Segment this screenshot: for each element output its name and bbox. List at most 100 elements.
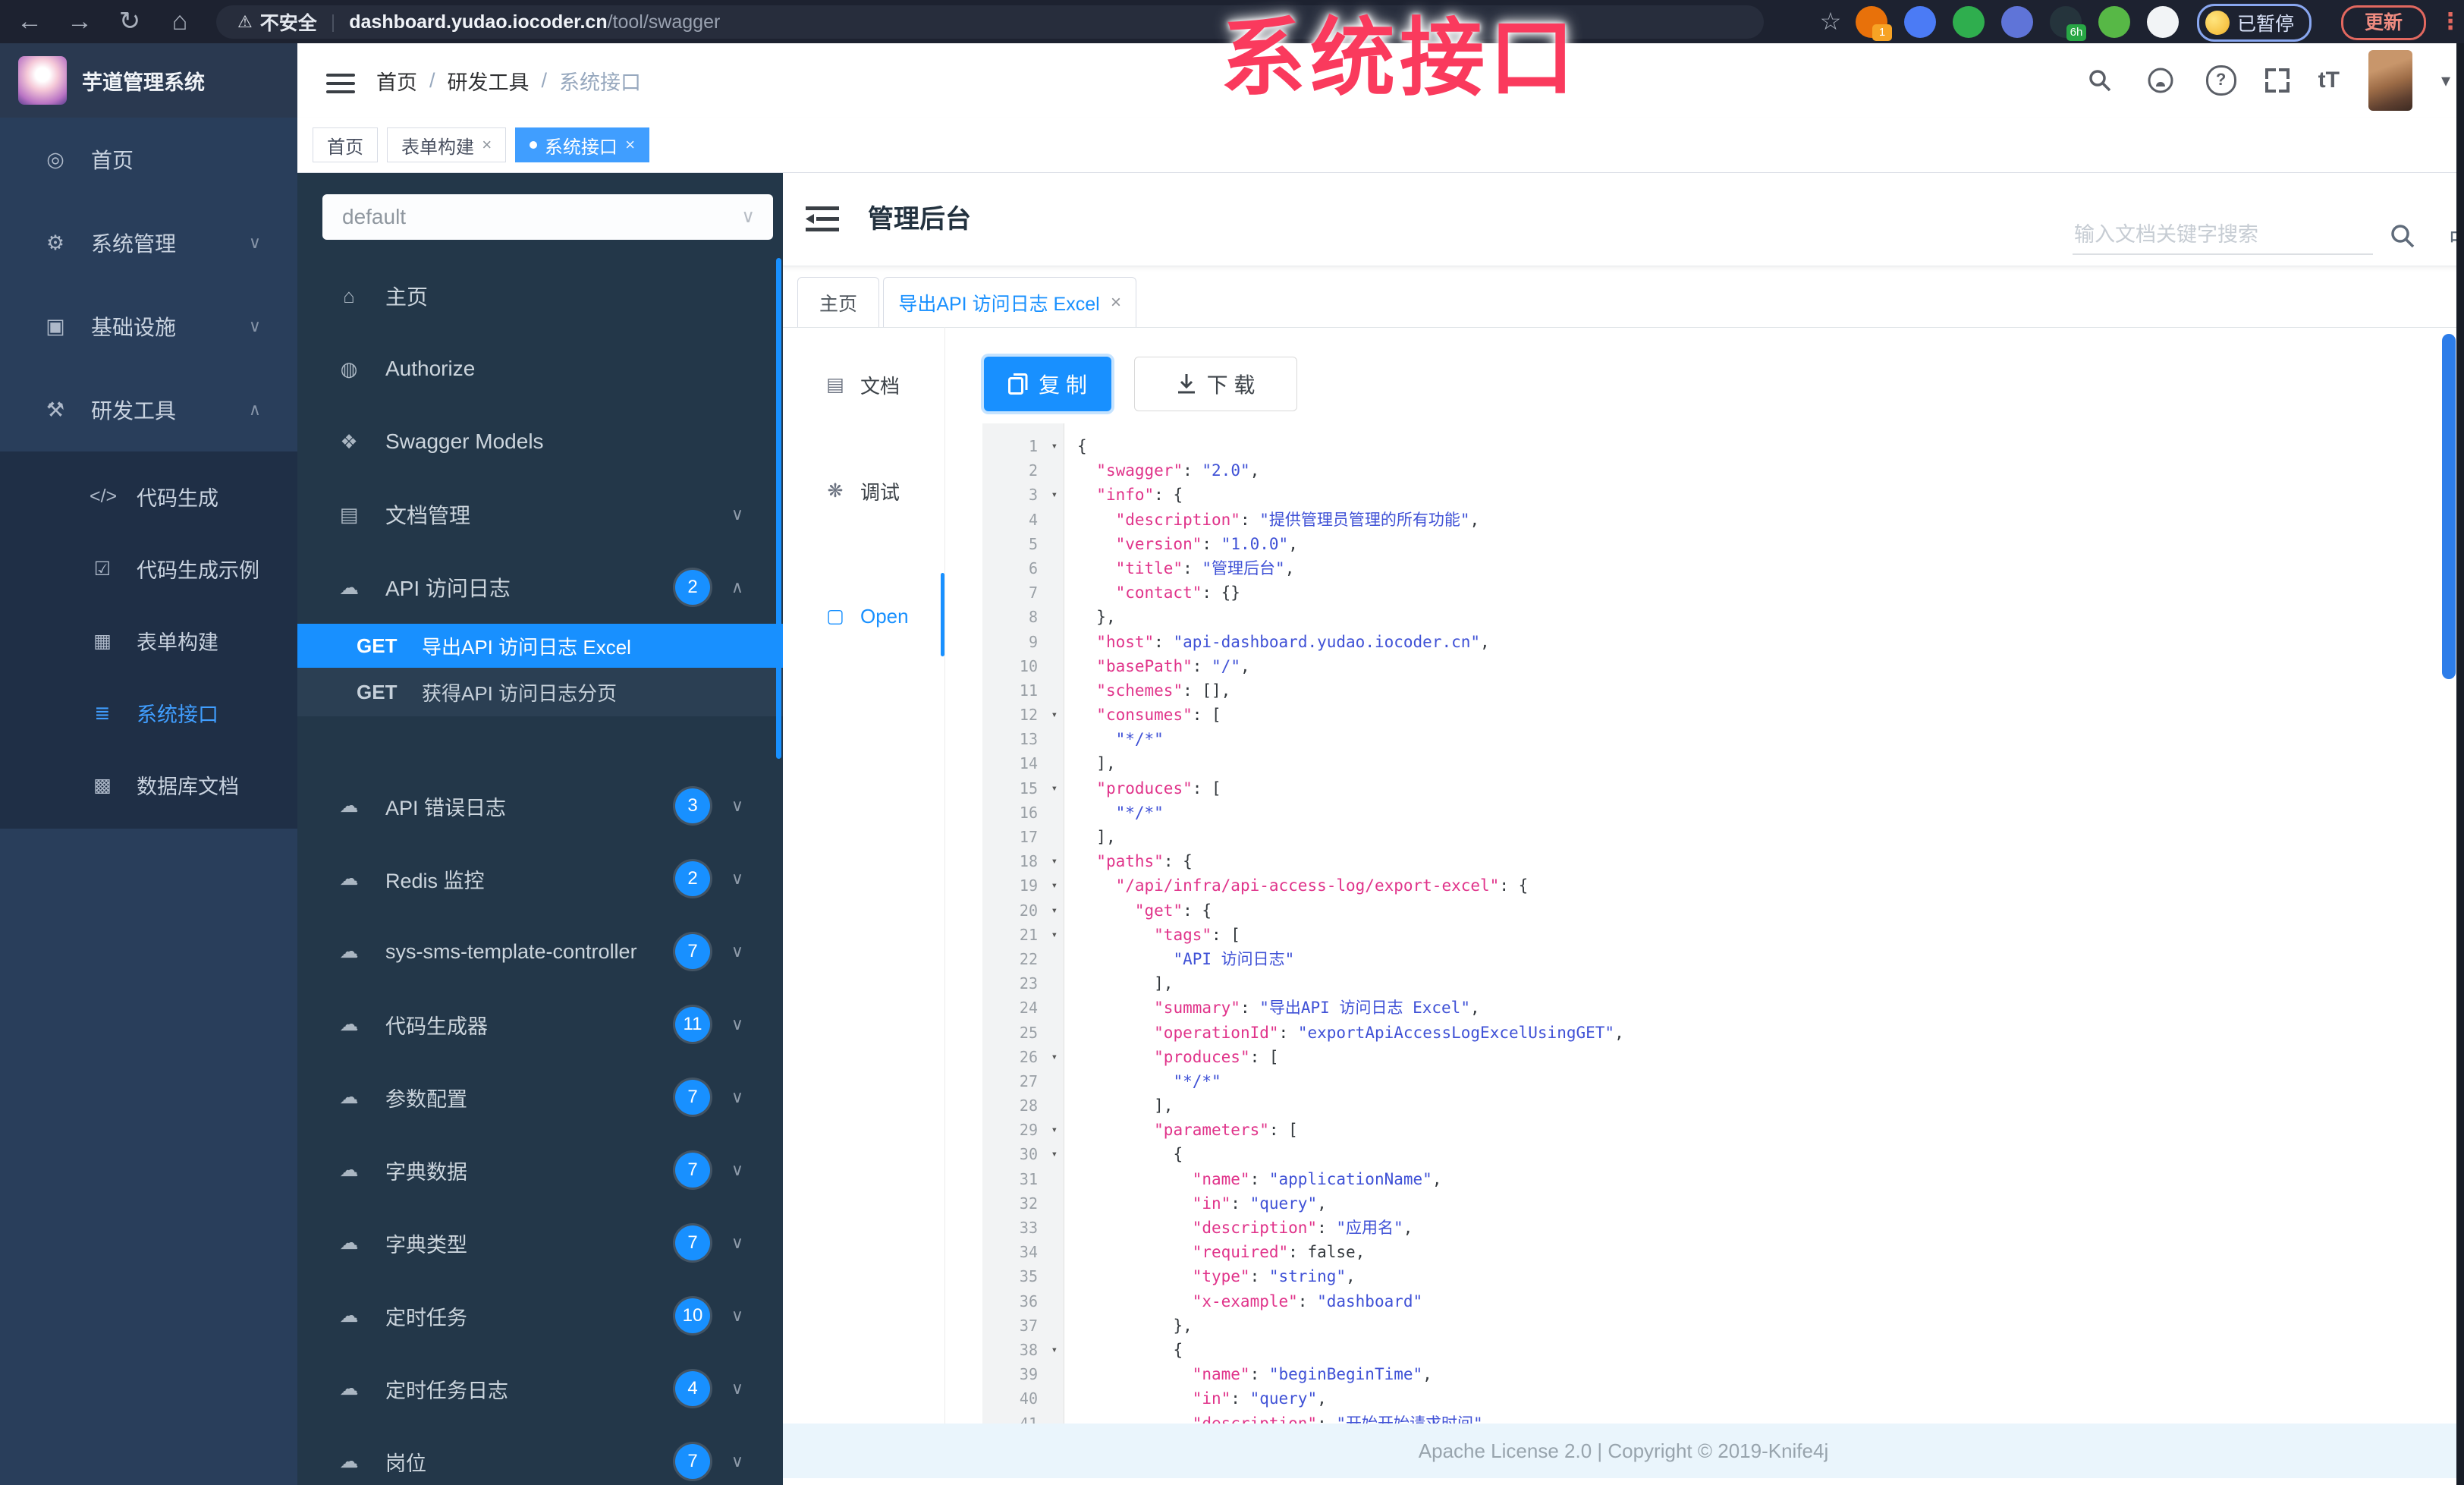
extension-pin-icon[interactable]	[1904, 6, 1936, 38]
fold-caret-icon[interactable]: ▾	[1051, 1142, 1058, 1166]
sidebar-subitem-数据库文档[interactable]: ▩ 数据库文档	[0, 749, 297, 821]
fold-caret-icon[interactable]: ▾	[1051, 483, 1058, 507]
panel-item-API 访问日志[interactable]: ☁ API 访问日志 2 ∧	[297, 551, 783, 624]
update-button[interactable]: 更新	[2341, 5, 2426, 40]
fold-caret-icon[interactable]: ▾	[1051, 1118, 1058, 1142]
api-group-参数配置[interactable]: ☁ 参数配置 7 ∨	[297, 1061, 783, 1134]
fullscreen-icon[interactable]	[2264, 68, 2290, 93]
security-label[interactable]: 不安全	[260, 8, 317, 36]
panel-item-Swagger Models[interactable]: ❖ Swagger Models	[297, 405, 783, 478]
avatar[interactable]	[2368, 50, 2412, 111]
tab-首页[interactable]: 首页	[313, 127, 378, 162]
bookmark-star-icon[interactable]: ☆	[1812, 0, 1850, 43]
panel-item-文档管理[interactable]: ▤ 文档管理 ∨	[297, 478, 783, 551]
avatar-caret-icon[interactable]: ▾	[2441, 70, 2450, 92]
api-group-岗位[interactable]: ☁ 岗位 7 ∨	[297, 1425, 783, 1485]
api-group-sys-sms-template-controller[interactable]: ☁ sys-sms-template-controller 7 ∨	[297, 915, 783, 988]
screen: ← → ↻ ⌂ ⚠ 不安全 | dashboard.yudao.iocoder.…	[0, 0, 2464, 1485]
sidebar-subitem-系统接口[interactable]: ≣ 系统接口	[0, 677, 297, 749]
search-icon[interactable]	[2088, 68, 2118, 93]
doc-nav-Open[interactable]: ▢ Open	[783, 595, 944, 637]
page-scrollbar[interactable]	[2442, 334, 2456, 679]
extension-bird-icon[interactable]	[2098, 6, 2130, 38]
extension-orange-icon[interactable]: 1	[1856, 6, 1892, 41]
tab-表单构建[interactable]: 表单构建 ×	[387, 127, 506, 162]
close-icon[interactable]: ×	[482, 135, 492, 155]
fold-caret-icon[interactable]: ▾	[1051, 434, 1058, 458]
sidebar-subitem-代码生成示例[interactable]: ☑ 代码生成示例	[0, 533, 297, 605]
api-group-Redis 监控[interactable]: ☁ Redis 监控 2 ∨	[297, 842, 783, 915]
fold-caret-icon[interactable]: ▾	[1051, 1045, 1058, 1069]
fold-caret-icon[interactable]: ▾	[1051, 849, 1058, 873]
code-line: "title": "管理后台",	[1115, 558, 1295, 577]
copy-button[interactable]: 复 制	[984, 357, 1111, 411]
api-group-字典类型[interactable]: ☁ 字典类型 7 ∨	[297, 1207, 783, 1279]
sidebar-item-研发工具[interactable]: ⚒ 研发工具 ∧	[0, 368, 297, 451]
doc-tab-主页[interactable]: 主页	[797, 277, 879, 327]
sidebar-item-基础设施[interactable]: ▣ 基础设施 ∨	[0, 285, 297, 368]
doc-search-icon[interactable]	[2390, 223, 2415, 249]
api-group-字典数据[interactable]: ☁ 字典数据 7 ∨	[297, 1134, 783, 1207]
cloud-icon: ☁	[339, 1305, 359, 1326]
panel-scrollbar[interactable]	[776, 258, 781, 759]
doc-nav-文档[interactable]: ▤ 文档	[783, 363, 944, 406]
api-group-API 错误日志[interactable]: ☁ API 错误日志 3 ∨	[297, 769, 783, 842]
doc-search-input[interactable]	[2073, 216, 2373, 255]
extension-grid-icon[interactable]	[2001, 6, 2033, 38]
fold-caret-icon[interactable]: ▾	[1051, 1338, 1058, 1362]
fold-caret-icon[interactable]: ▾	[1051, 923, 1058, 947]
extension-6h-icon[interactable]: 6h	[2050, 6, 2086, 41]
breadcrumb-item[interactable]: 首页	[376, 66, 417, 96]
sidebar-subitem-表单构建[interactable]: ▦ 表单构建	[0, 605, 297, 677]
operation-获得API 访问日志分页[interactable]: GET 获得API 访问日志分页	[297, 668, 783, 716]
sidebar-submenu: </> 代码生成 ☑ 代码生成示例 ▦ 表单构建 ≣ 系统接口 ▩ 数据库文档	[0, 451, 297, 829]
sidebar-subitem-代码生成[interactable]: </> 代码生成	[0, 461, 297, 533]
code-editor[interactable]: { "swagger": "2.0", "info": { "descripti…	[1077, 434, 2412, 1424]
browser-menu-icon[interactable]: ⋮	[2437, 0, 2464, 43]
code-line: "consumes": [	[1096, 706, 1221, 725]
sidebar-item-首页[interactable]: ◎ 首页	[0, 118, 297, 201]
line-number: 27	[1019, 1071, 1038, 1090]
doc-tab-导出API 访问日志 Excel[interactable]: 导出API 访问日志 Excel ×	[883, 277, 1136, 327]
fold-caret-icon[interactable]: ▾	[1051, 776, 1058, 801]
browser-back-icon[interactable]: ←	[11, 0, 49, 43]
chevron-down-icon: ∨	[731, 1015, 743, 1034]
github-icon[interactable]	[2147, 67, 2177, 94]
tags-view: 首页 表单构建 × 系统接口 ×	[297, 118, 2464, 173]
address-bar[interactable]: ⚠ 不安全 | dashboard.yudao.iocoder.cn/tool/…	[216, 5, 1764, 39]
doc-nav-调试[interactable]: ❋ 调试	[783, 470, 944, 512]
fold-caret-icon[interactable]: ▾	[1051, 703, 1058, 727]
line-number: 25	[1019, 1023, 1038, 1042]
breadcrumb-item[interactable]: 研发工具	[448, 66, 530, 96]
group-select[interactable]: default ∨	[322, 194, 773, 240]
panel-item-Authorize[interactable]: ◍ Authorize	[297, 332, 783, 405]
line-number: 5	[1028, 534, 1038, 553]
sidebar-item-系统管理[interactable]: ⚙ 系统管理 ∨	[0, 201, 297, 285]
api-group-代码生成器[interactable]: ☁ 代码生成器 11 ∨	[297, 988, 783, 1061]
tab-label: 表单构建	[401, 137, 474, 158]
close-icon[interactable]: ×	[625, 135, 635, 155]
operation-导出API 访问日志 Excel[interactable]: GET 导出API 访问日志 Excel	[297, 624, 783, 668]
menu-fold-icon[interactable]	[806, 205, 839, 234]
api-group-定时任务日志[interactable]: ☁ 定时任务日志 4 ∨	[297, 1352, 783, 1425]
help-icon[interactable]: ?	[2205, 65, 2236, 96]
paused-extension-button[interactable]: 已暂停	[2197, 4, 2312, 42]
fold-caret-icon[interactable]: ▾	[1051, 898, 1058, 923]
browser-home-icon[interactable]: ⌂	[161, 0, 199, 43]
line-number: 29 ▾	[982, 1118, 1064, 1142]
count-badge: 2	[675, 570, 710, 605]
download-button[interactable]: 下 载	[1134, 357, 1297, 411]
app-logo[interactable]: 芋道管理系统	[0, 43, 297, 118]
tab-系统接口[interactable]: 系统接口 ×	[514, 127, 649, 162]
fold-caret-icon[interactable]: ▾	[1051, 873, 1058, 898]
extension-green-check-icon[interactable]	[1953, 6, 1985, 38]
hamburger-icon[interactable]	[326, 68, 355, 93]
extension-paw-icon[interactable]	[2147, 6, 2179, 38]
breadcrumb-item[interactable]: 系统接口	[559, 66, 641, 96]
panel-item-主页[interactable]: ⌂ 主页	[297, 260, 783, 332]
api-group-定时任务[interactable]: ☁ 定时任务 10 ∨	[297, 1279, 783, 1352]
browser-forward-icon[interactable]: →	[61, 0, 99, 43]
font-size-icon[interactable]: tT	[2318, 68, 2340, 93]
close-icon[interactable]: ×	[1111, 292, 1121, 313]
browser-reload-icon[interactable]: ↻	[111, 0, 149, 43]
